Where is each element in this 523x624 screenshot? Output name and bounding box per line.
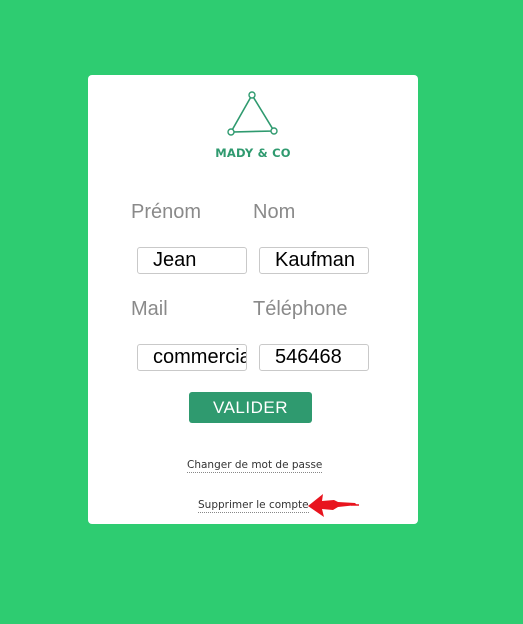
phone-label: Téléphone — [253, 298, 348, 320]
profile-card: MADY & CO Prénom Nom Mail Téléphone VALI… — [88, 75, 418, 524]
validate-button[interactable]: VALIDER — [189, 392, 312, 423]
last-name-field[interactable] — [259, 247, 369, 274]
phone-field[interactable] — [259, 344, 369, 371]
last-name-label: Nom — [253, 201, 296, 223]
delete-account-link[interactable]: Supprimer le compte — [198, 499, 309, 513]
brand-name: MADY & CO — [215, 146, 291, 160]
first-name-label: Prénom — [131, 201, 202, 223]
change-password-link[interactable]: Changer de mot de passe — [187, 459, 323, 473]
first-name-field[interactable] — [137, 247, 247, 274]
triangle-logo-icon — [227, 91, 278, 136]
mail-label: Mail — [131, 298, 168, 320]
red-arrow-icon — [308, 494, 359, 517]
mail-field[interactable] — [137, 344, 247, 371]
